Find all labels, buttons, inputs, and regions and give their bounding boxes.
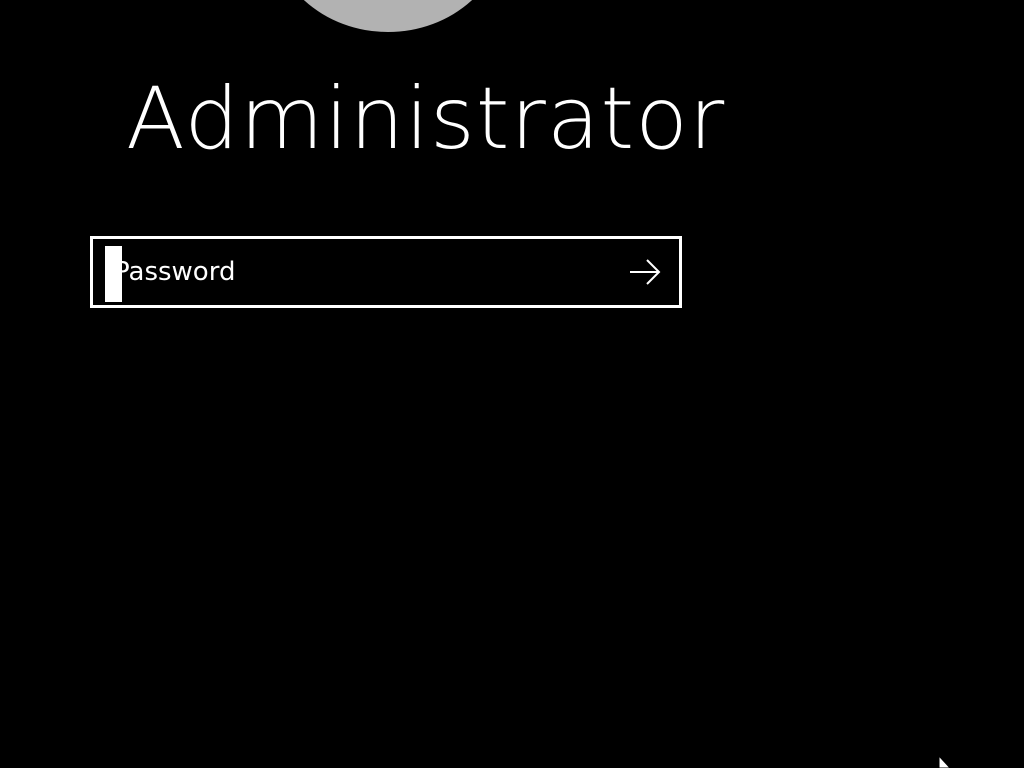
user-name-label: Administrator — [126, 69, 726, 169]
password-placeholder: Password — [114, 257, 236, 287]
password-field[interactable]: Password — [90, 236, 682, 308]
arrow-right-icon — [630, 259, 661, 285]
user-avatar — [270, 0, 506, 32]
submit-button[interactable] — [625, 254, 665, 290]
mouse-pointer-icon — [938, 756, 951, 768]
login-screen: Administrator Password — [0, 0, 1024, 768]
